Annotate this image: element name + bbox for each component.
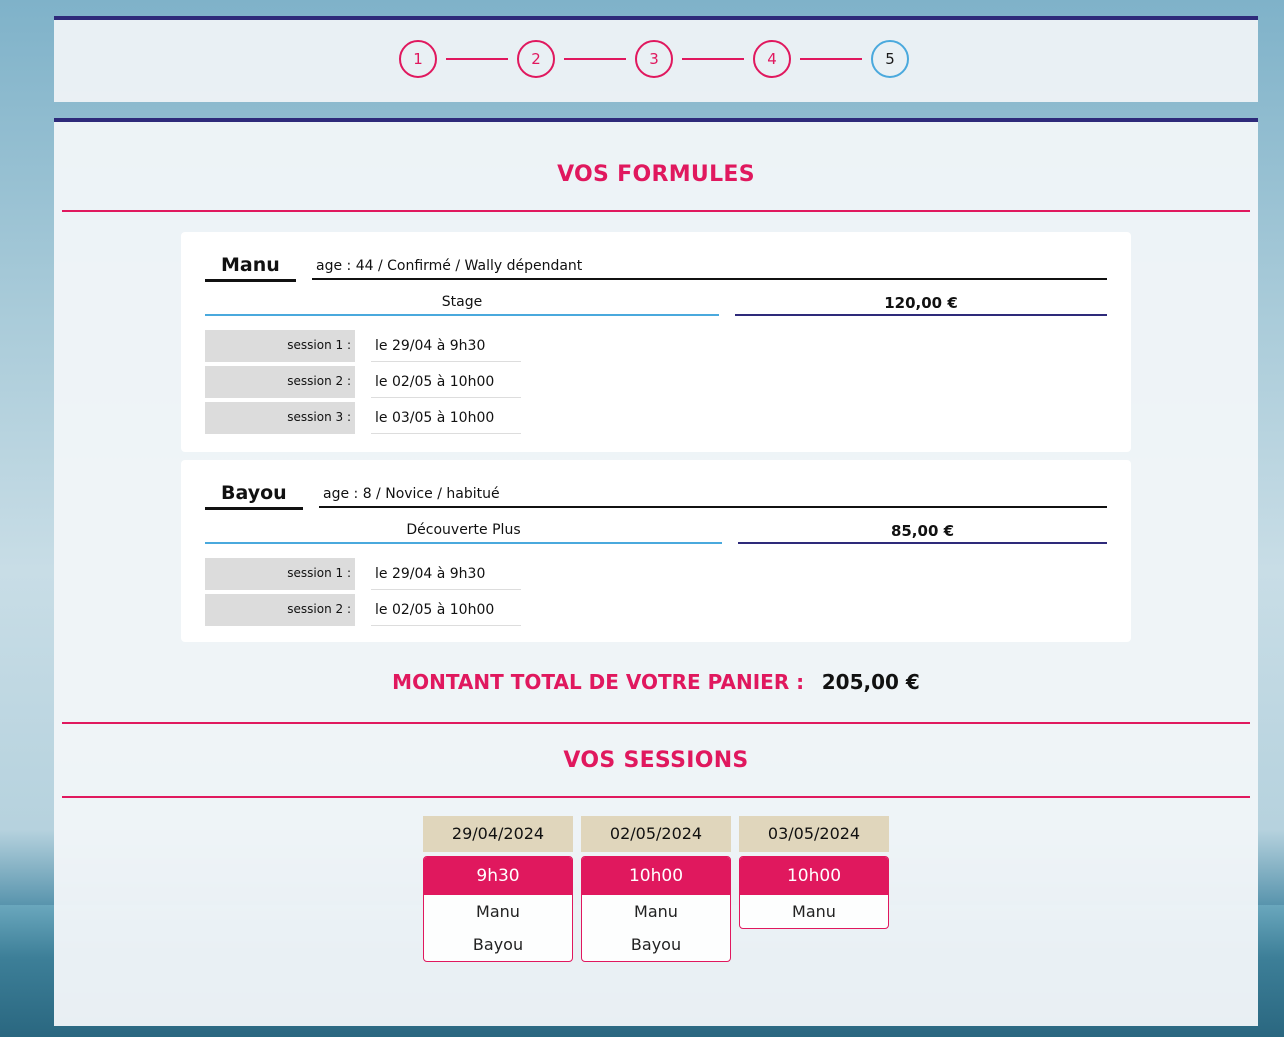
participant-info: age : 8 / Novice / habitué [319, 486, 1107, 508]
session-value: le 29/04 à 9h30 [371, 558, 521, 590]
participant-card: Bayou age : 8 / Novice / habitué Découve… [181, 460, 1131, 642]
session-label: session 2 : [205, 366, 355, 398]
session-row: session 1 : le 29/04 à 9h30 [205, 558, 521, 590]
session-time: 10h00 [740, 857, 888, 895]
session-participant: Bayou [472, 935, 524, 954]
session-value: le 02/05 à 10h00 [371, 366, 521, 398]
session-date: 03/05/2024 [739, 816, 889, 852]
session-day-column: 02/05/2024 10h00 Manu Bayou [581, 816, 731, 962]
cart-total-label: MONTANT TOTAL DE VOTRE PANIER : [392, 670, 805, 694]
session-time: 9h30 [424, 857, 572, 895]
participant-card: Manu age : 44 / Confirmé / Wally dépenda… [181, 232, 1131, 452]
step-3[interactable]: 3 [635, 40, 673, 78]
sessions-title: VOS SESSIONS [563, 748, 749, 773]
session-label: session 1 : [205, 330, 355, 362]
session-day-column: 29/04/2024 9h30 Manu Bayou [423, 816, 573, 962]
session-row: session 1 : le 29/04 à 9h30 [205, 330, 521, 362]
session-participant: Manu [634, 902, 678, 921]
step-connector [564, 58, 626, 60]
participant-name: Manu [205, 254, 296, 282]
formula-name: Découverte Plus [205, 520, 722, 544]
session-participant: Manu [476, 902, 520, 921]
session-participant: Manu [792, 902, 836, 921]
step-connector [800, 58, 862, 60]
participant-info: age : 44 / Confirmé / Wally dépendant [312, 258, 1107, 280]
session-value: le 29/04 à 9h30 [371, 330, 521, 362]
stepper: 1 2 3 4 5 [399, 40, 909, 78]
session-slot[interactable]: 10h00 Manu [739, 856, 889, 929]
participant-name: Bayou [205, 482, 303, 510]
session-day-column: 03/05/2024 10h00 Manu [739, 816, 889, 962]
step-connector [446, 58, 508, 60]
session-date: 29/04/2024 [423, 816, 573, 852]
cart-total: MONTANT TOTAL DE VOTRE PANIER : 205,00 € [54, 670, 1258, 694]
sessions-calendar: 29/04/2024 9h30 Manu Bayou 02/05/2024 10… [423, 816, 897, 962]
session-slot[interactable]: 9h30 Manu Bayou [423, 856, 573, 962]
session-label: session 1 : [205, 558, 355, 590]
cart-total-value: 205,00 € [821, 670, 920, 694]
formula-price: 120,00 € [735, 292, 1107, 316]
session-row: session 2 : le 02/05 à 10h00 [205, 594, 521, 626]
formules-title: VOS FORMULES [557, 162, 755, 187]
divider [62, 796, 1250, 798]
session-label: session 3 : [205, 402, 355, 434]
divider [62, 210, 1250, 212]
step-2[interactable]: 2 [517, 40, 555, 78]
step-4[interactable]: 4 [753, 40, 791, 78]
main-panel: VOS FORMULES Manu age : 44 / Confirmé / … [54, 118, 1258, 1026]
step-connector [682, 58, 744, 60]
step-5-current[interactable]: 5 [871, 40, 909, 78]
step-1[interactable]: 1 [399, 40, 437, 78]
session-row: session 2 : le 02/05 à 10h00 [205, 366, 521, 398]
session-date: 02/05/2024 [581, 816, 731, 852]
session-label: session 2 : [205, 594, 355, 626]
session-time: 10h00 [582, 857, 730, 895]
session-participant: Bayou [630, 935, 682, 954]
formula-price: 85,00 € [738, 520, 1107, 544]
formula-name: Stage [205, 292, 719, 316]
session-row: session 3 : le 03/05 à 10h00 [205, 402, 521, 434]
stepper-panel: 1 2 3 4 5 [54, 16, 1258, 102]
session-value: le 03/05 à 10h00 [371, 402, 521, 434]
session-value: le 02/05 à 10h00 [371, 594, 521, 626]
divider [62, 722, 1250, 724]
session-slot[interactable]: 10h00 Manu Bayou [581, 856, 731, 962]
